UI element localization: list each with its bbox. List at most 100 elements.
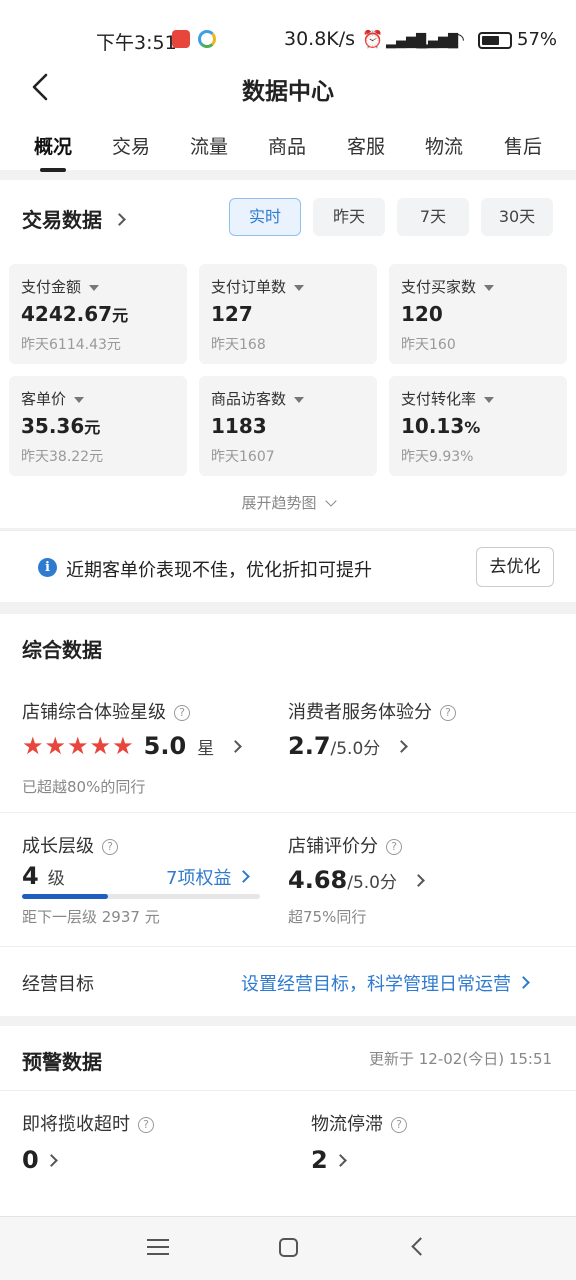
trade-data-section: 交易数据 实时 昨天 7天 30天 支付金额 4242.67元 昨天6114.4… [0, 180, 576, 528]
alarm-icon: ⏰ [362, 30, 384, 50]
help-icon[interactable]: ? [440, 705, 456, 721]
review-score: 4.68 [288, 866, 348, 894]
warn-item-value-row[interactable]: 2 [311, 1146, 347, 1174]
metric-value: 127 [211, 302, 253, 326]
back-icon[interactable] [411, 1237, 430, 1256]
warn-item-value: 0 [22, 1146, 39, 1174]
divider [0, 812, 576, 813]
range-yesterday[interactable]: 昨天 [313, 198, 385, 236]
chevron-right-icon [237, 870, 251, 883]
growth-label: 成长层级 [22, 836, 94, 857]
tab-goods[interactable]: 商品 [268, 132, 306, 159]
metric-card-pay-buyers[interactable]: 支付买家数 120 昨天160 [389, 264, 567, 364]
help-icon[interactable]: ? [391, 1117, 407, 1133]
expand-label: 展开趋势图 [241, 494, 317, 512]
update-time: 更新于 12-02(今日) 15:51 [369, 1050, 553, 1068]
metric-card-conversion[interactable]: 支付转化率 10.13% 昨天9.93% [389, 376, 567, 476]
help-icon[interactable]: ? [102, 839, 118, 855]
chevron-down-icon [324, 495, 337, 507]
header: 数据中心 概况 交易 流量 商品 客服 物流 售后 [0, 62, 576, 172]
status-bar: 下午3:51 30.8K/s ⏰ ▂▄▆█ ▂▄▆█ ◠ 57% [0, 0, 576, 62]
chevron-right-icon [44, 1154, 58, 1167]
benefits-label: 7项权益 [166, 868, 232, 889]
tab-bar: 概况 交易 流量 商品 客服 物流 售后 [0, 128, 576, 172]
warn-item-label-row: 即将揽收超时? [22, 1110, 154, 1136]
review-score-sub: 超75%同行 [288, 908, 367, 926]
tab-service[interactable]: 客服 [347, 132, 385, 159]
page-title: 数据中心 [242, 79, 334, 105]
metric-previous: 昨天1607 [211, 449, 275, 465]
review-score-unit: /5.0分 [347, 873, 397, 893]
wifi-icon: ◠ [450, 30, 465, 50]
metric-value: 35.36元 [21, 414, 101, 438]
metric-previous: 昨天168 [211, 337, 266, 353]
warn-item-value: 2 [311, 1146, 328, 1174]
tab-trade[interactable]: 交易 [112, 132, 150, 159]
metric-previous: 昨天6114.43元 [21, 337, 121, 353]
goal-label: 经营目标 [22, 974, 94, 995]
tab-aftersale[interactable]: 售后 [504, 132, 542, 159]
growth-sub: 距下一层级 2937 元 [22, 908, 160, 926]
range-realtime[interactable]: 实时 [229, 198, 301, 236]
growth-level: 4 级 [22, 862, 65, 890]
range-7days[interactable]: 7天 [397, 198, 469, 236]
tab-logistics[interactable]: 物流 [425, 132, 463, 159]
tab-traffic[interactable]: 流量 [190, 132, 228, 159]
review-score-value[interactable]: 4.68/5.0分 [288, 866, 425, 894]
app-notification-icon-2 [198, 30, 216, 48]
benefits-link[interactable]: 7项权益 [166, 864, 251, 890]
app-notification-icon [172, 30, 190, 48]
caret-down-icon [294, 396, 305, 403]
caret-down-icon [89, 284, 100, 291]
help-icon[interactable]: ? [138, 1117, 154, 1133]
chevron-right-icon [412, 874, 425, 887]
warn-item-label: 物流停滞 [311, 1114, 383, 1135]
star-icon: ★ [44, 732, 67, 760]
optimize-button[interactable]: 去优化 [476, 547, 554, 587]
metric-value: 120 [401, 302, 443, 326]
range-30days[interactable]: 30天 [481, 198, 553, 236]
tip-message: 近期客单价表现不佳，优化折扣可提升 [66, 560, 372, 581]
metric-value: 4242.67元 [21, 302, 129, 326]
goal-link-label: 设置经营目标，科学管理日常运营 [241, 974, 511, 995]
help-icon[interactable]: ? [386, 839, 402, 855]
growth-level-value: 4 [22, 862, 39, 890]
metric-card-avg-price[interactable]: 客单价 35.36元 昨天38.22元 [9, 376, 187, 476]
trade-data-header[interactable]: 交易数据 [22, 204, 126, 233]
goal-link[interactable]: 设置经营目标，科学管理日常运营 [241, 970, 530, 996]
metric-card-pay-orders[interactable]: 支付订单数 127 昨天168 [199, 264, 377, 364]
metric-previous: 昨天9.93% [401, 449, 474, 465]
star-icon: ★ [67, 732, 89, 760]
store-rating-unit: 星 [197, 739, 215, 759]
info-icon: i [38, 558, 57, 577]
chevron-right-icon [517, 976, 530, 989]
metric-label: 支付金额 [21, 276, 100, 297]
chevron-right-icon [229, 740, 243, 753]
metric-card-pay-amount[interactable]: 支付金额 4242.67元 昨天6114.43元 [9, 264, 187, 364]
warn-item-value-row[interactable]: 0 [22, 1146, 58, 1174]
section-title: 交易数据 [22, 208, 102, 232]
store-rating-sub: 已超越80%的同行 [22, 778, 146, 796]
expand-trend-button[interactable]: 展开趋势图 [0, 492, 576, 513]
metric-previous: 昨天38.22元 [21, 449, 104, 465]
caret-down-icon [294, 284, 305, 291]
star-icon: ★ [112, 732, 134, 760]
metric-value: 10.13% [401, 414, 481, 438]
menu-icon[interactable] [147, 1239, 169, 1255]
divider [0, 946, 576, 947]
consumer-score-value[interactable]: 2.7/5.0分 [288, 732, 409, 760]
help-icon[interactable]: ? [174, 705, 190, 721]
store-rating-value[interactable]: ★★★★★ 5.0 星 [22, 732, 243, 760]
caret-down-icon [484, 396, 495, 403]
tab-active-indicator [40, 168, 66, 172]
warn-item-label-row: 物流停滞? [311, 1110, 407, 1136]
metric-card-visitors[interactable]: 商品访客数 1183 昨天1607 [199, 376, 377, 476]
tip-banner: i 近期客单价表现不佳，优化折扣可提升 去优化 [0, 530, 576, 602]
growth-progress-fill [22, 894, 108, 899]
chevron-right-icon [395, 740, 409, 753]
metric-label: 支付买家数 [401, 276, 495, 297]
status-time: 下午3:51 [96, 32, 177, 54]
growth-level-unit: 级 [47, 869, 65, 889]
tab-overview[interactable]: 概况 [34, 132, 72, 159]
home-icon[interactable] [279, 1238, 298, 1257]
